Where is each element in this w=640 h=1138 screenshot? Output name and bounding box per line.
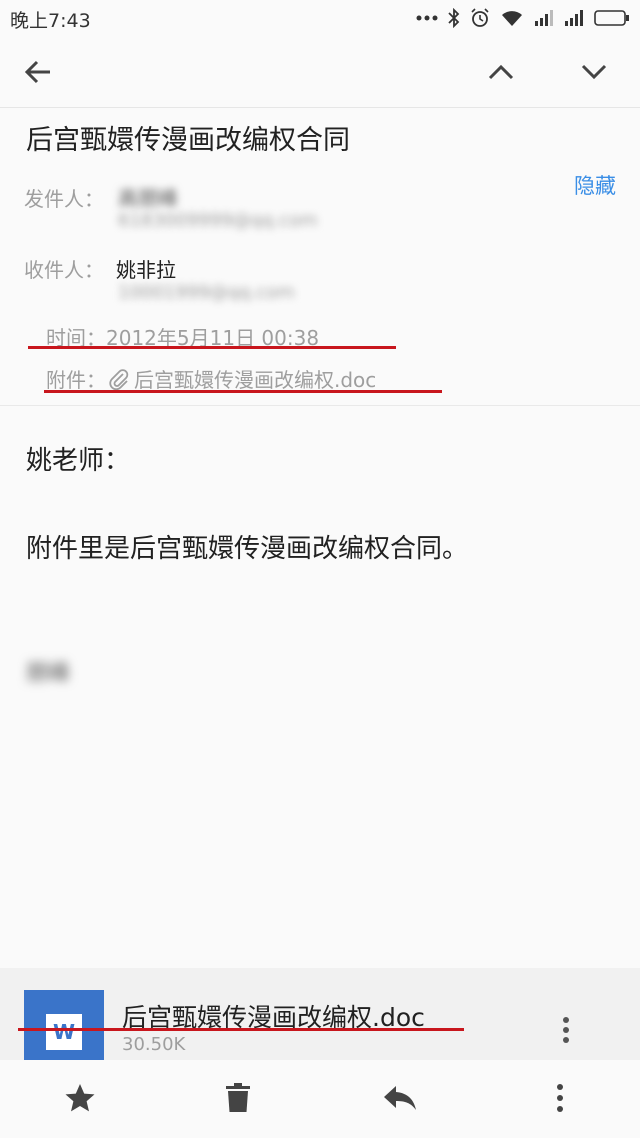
inline-attachment-name[interactable]: 后宫甄嬛传漫画改编权.doc [134,364,376,393]
more-vertical-icon [557,1084,563,1112]
star-button[interactable] [56,1074,104,1122]
reply-icon [384,1086,416,1110]
signal-icon [535,10,553,26]
sender-name[interactable]: 高朋峰 [118,182,178,211]
previous-email-button[interactable] [477,48,525,96]
recipient-label: 收件人： [24,258,104,282]
header-divider [0,405,640,406]
alarm-icon [471,8,489,27]
bottom-action-bar [0,1060,640,1138]
recipient-name[interactable]: 姚非拉 [116,254,176,283]
more-options-button[interactable] [536,1074,584,1122]
next-email-button[interactable] [570,48,618,96]
status-icons [416,6,630,30]
underline-mark [44,390,442,393]
attachment-file-size: 30.50K [122,1034,186,1055]
attachment-more-button[interactable] [542,1006,590,1054]
star-icon [65,1084,95,1112]
email-greeting: 姚老师： [26,446,131,476]
underline-mark [18,1028,464,1031]
underline-mark [28,346,396,349]
delete-button[interactable] [214,1074,262,1122]
chevron-down-icon [581,64,607,80]
signal-icon [565,10,583,26]
bluetooth-icon [448,8,460,28]
sender-email[interactable]: 6183009999@qq.com [118,210,318,231]
dots-icon [416,15,438,21]
paperclip-icon [109,368,129,390]
sender-label: 发件人： [24,187,104,211]
email-signature: 朋峰 [26,661,71,686]
attachment-card[interactable]: W 后宫甄嬛传漫画改编权.doc 30.50K [0,968,640,1060]
trash-icon [226,1083,250,1112]
status-time: 晚上7:43 [10,10,91,32]
toolbar [0,36,640,108]
status-bar: 晚上7:43 [0,0,640,36]
attachment-label: 附件： [46,368,106,392]
chevron-up-icon [488,64,514,80]
recipient-email[interactable]: 10001999@qq.com [118,282,295,303]
email-body: 附件里是后宫甄嬛传漫画改编权合同。 [26,534,469,564]
email-subject: 后宫甄嬛传漫画改编权合同 [26,125,350,156]
arrow-left-icon [24,60,50,84]
reply-button[interactable] [376,1074,424,1122]
word-letter: W [46,1014,82,1050]
more-vertical-icon [563,1017,569,1043]
back-button[interactable] [14,48,62,96]
battery-icon [594,10,629,26]
word-doc-icon: W [24,990,104,1060]
inline-attachment-row[interactable]: 附件： 后宫甄嬛传漫画改编权.doc [46,364,376,393]
hide-details-link[interactable]: 隐藏 [574,170,616,200]
wifi-icon [502,11,522,26]
